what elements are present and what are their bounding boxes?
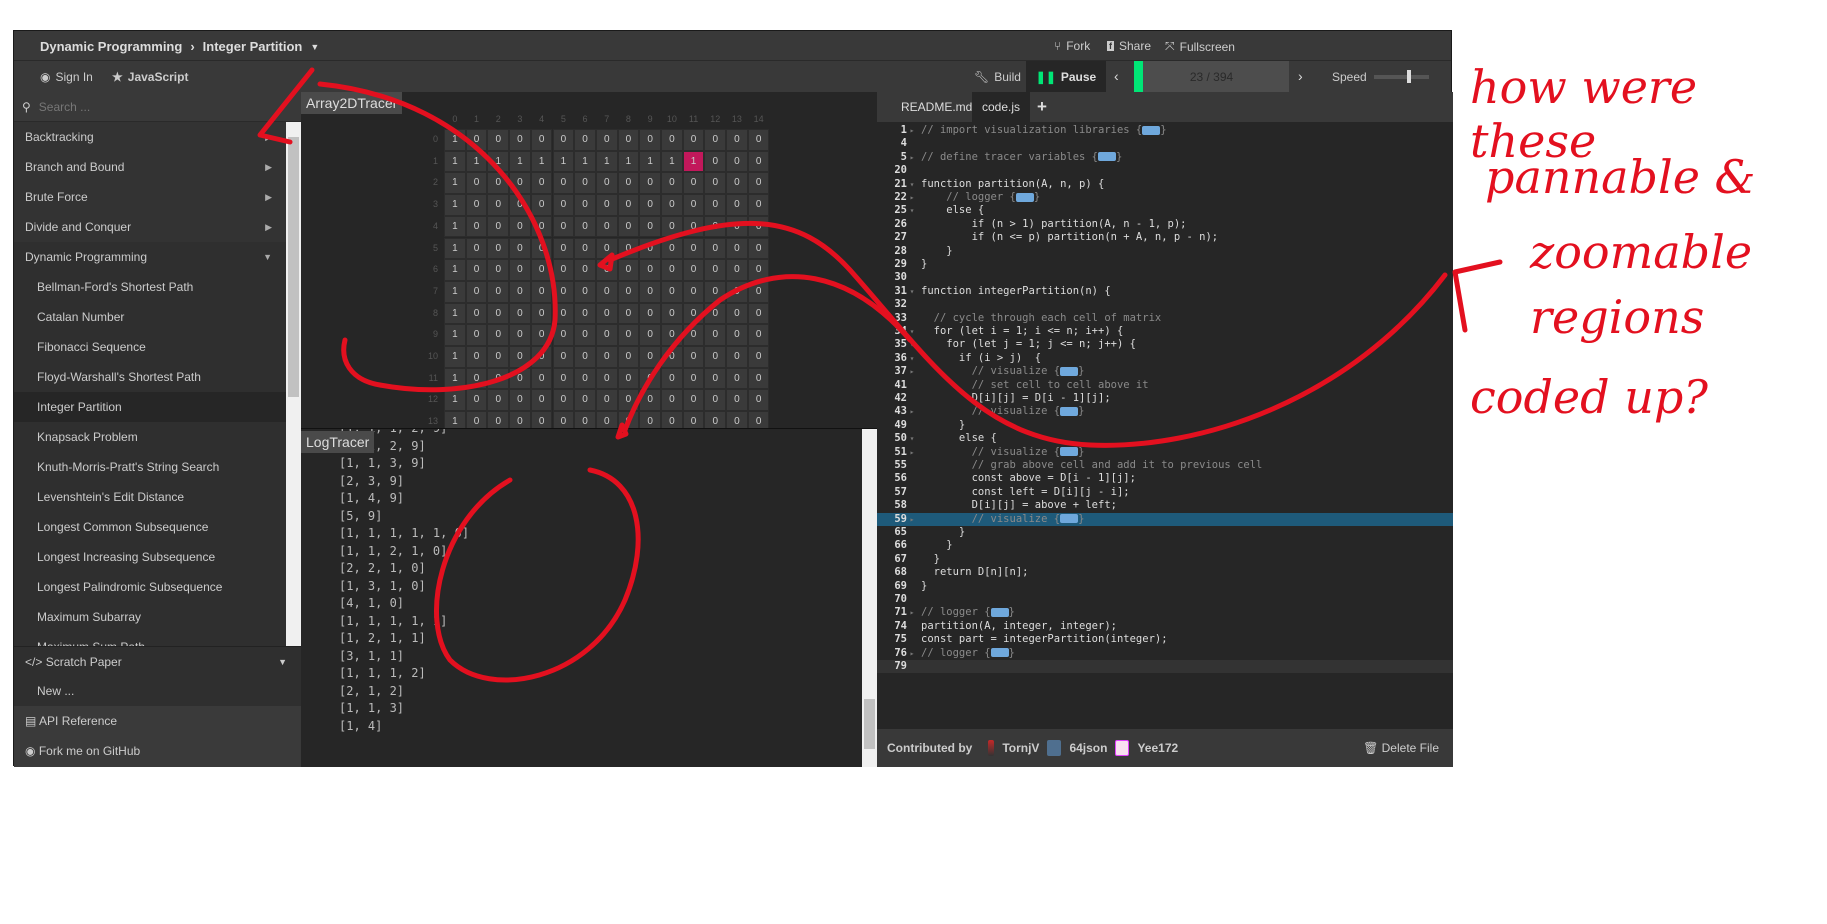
annotation-stroke bbox=[607, 220, 1448, 448]
handwritten-note-line: regions bbox=[1530, 290, 1705, 344]
annotation-stroke bbox=[434, 467, 641, 683]
annotation-stroke bbox=[597, 252, 615, 272]
handwritten-note-line: zoomable bbox=[1530, 225, 1753, 279]
log-tracer-label: LogTracer bbox=[301, 431, 375, 453]
annotation-stroke bbox=[1452, 259, 1503, 333]
handwritten-note-line: coded up? bbox=[1470, 370, 1708, 424]
annotation-stroke bbox=[257, 67, 315, 145]
annotation-stroke bbox=[622, 274, 913, 433]
annotation-stroke bbox=[615, 422, 629, 440]
annotation-stroke bbox=[317, 81, 558, 393]
handwritten-note-line: pannable & bbox=[1485, 150, 1756, 204]
